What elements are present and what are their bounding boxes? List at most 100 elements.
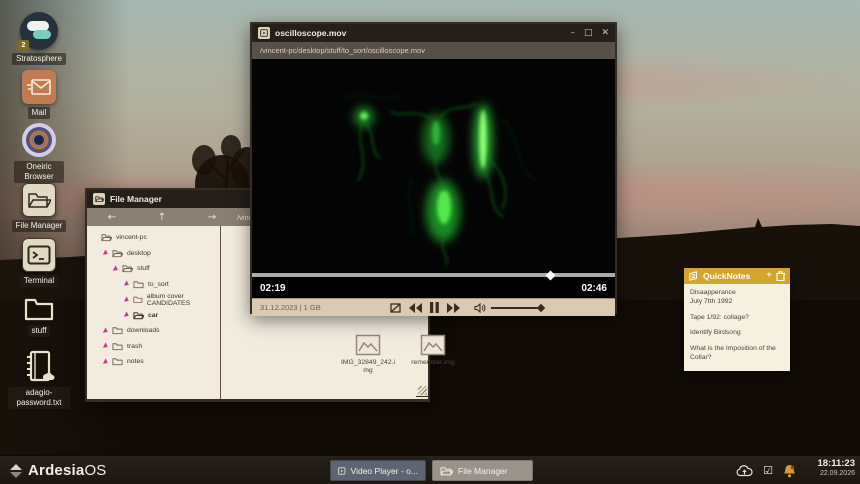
folder-open-icon [101,233,112,242]
volume-handle[interactable] [537,303,545,311]
icon-label: adagio-password.txt [8,387,70,409]
os-menu-button[interactable]: ArdesiaOS [10,456,107,484]
video-canvas[interactable] [252,59,615,272]
rewind-icon[interactable] [409,303,422,313]
seek-track [252,273,615,277]
expand-arrow-icon[interactable] [124,281,130,288]
expand-arrow-icon[interactable] [103,250,109,257]
file-item[interactable]: IMG_32849_242.img [336,334,400,375]
expand-arrow-icon[interactable] [103,327,109,334]
player-controls-bar: 31.12.2023 | 1 GB [252,298,615,316]
desktop-icon-terminal[interactable]: Terminal [0,238,78,287]
tree-item-car[interactable]: car [87,308,220,324]
up-button[interactable]: ↑ [137,212,187,223]
window-title: oscilloscope.mov [275,28,565,38]
fast-forward-icon[interactable] [447,303,460,313]
icon-label: Mail [28,107,51,119]
taskbar: ArdesiaOS Video Player - o... File Manag… [0,455,860,484]
taskbar-item-file-manager[interactable]: File Manager [432,460,533,481]
tree-label: desktop [127,250,151,257]
oneiric-browser-icon [21,122,57,158]
file-name: remember.img [411,359,454,367]
folder-tree: vincent-pc desktop stuff to_sort [87,226,220,399]
tree-item-trash[interactable]: trash [87,339,220,355]
tree-item-stuff[interactable]: stuff [87,261,220,277]
clock-time: 18:11:23 [817,459,855,470]
desktop-icon-adagio-password[interactable]: adagio-password.txt [0,350,78,409]
taskbar-item-label: File Manager [458,466,508,476]
quicknotes-widget: QuickNotes + Disaapperance July 7tth 199… [684,268,790,371]
clock[interactable]: 18:11:23 22.09.2026 [817,459,855,478]
expand-arrow-icon[interactable] [113,265,119,272]
folder-icon [112,342,123,351]
desktop-icon-stuff[interactable]: stuff [0,296,78,337]
os-name: ArdesiaOS [28,462,107,479]
maximize-button[interactable]: □ [584,28,593,38]
notification-bell-icon[interactable] [783,464,796,478]
quicknotes-body[interactable]: Disaapperance July 7tth 1992 Tape 1/92: … [684,284,790,371]
video-player-window: oscilloscope.mov – □ ✕ /vincent-pc/deskt… [250,22,617,314]
quicknotes-header[interactable]: QuickNotes + [684,268,790,284]
note[interactable]: What is the Imposition of the Collar? [690,345,784,363]
desktop-icon-file-manager[interactable]: File Manager [0,183,78,232]
folder-icon [440,466,453,476]
folder-icon [24,296,54,322]
cloud-sync-icon[interactable] [736,465,753,477]
expand-arrow-icon[interactable] [124,312,130,319]
note[interactable]: Disaapperance July 7tth 1992 [690,289,784,307]
file-info: 31.12.2023 | 1 GB [260,303,321,312]
desktop-icon-mail[interactable]: Mail [0,70,78,119]
clock-date: 22.09.2026 [817,470,855,478]
volume-slider[interactable] [491,307,544,309]
image-file-icon [355,334,381,356]
notification-badge: 2 [18,40,29,51]
file-item[interactable]: remember.img [401,334,465,367]
pause-icon[interactable] [430,302,439,313]
video-player-titlebar[interactable]: oscilloscope.mov – □ ✕ [252,24,615,42]
close-button[interactable]: ✕ [601,28,609,38]
tree-item-vincent-pc[interactable]: vincent-pc [87,230,220,246]
tree-label: to_sort [148,281,169,288]
tree-label: stuff [137,265,150,272]
forward-button[interactable]: → [187,212,237,223]
expand-arrow-icon[interactable] [103,343,109,350]
taskbar-item-video-player[interactable]: Video Player - o... [330,460,426,481]
image-file-icon [420,334,446,356]
tree-item-desktop[interactable]: desktop [87,246,220,262]
expand-arrow-icon[interactable] [103,358,109,365]
taskbar-item-label: Video Player - o... [351,466,418,476]
icon-label: Oneiric Browser [14,161,64,183]
icon-label: File Manager [12,220,67,232]
widget-title: QuickNotes [703,271,762,281]
folder-icon [133,280,144,289]
tree-item-to-sort[interactable]: to_sort [87,277,220,293]
tasks-check-icon[interactable]: ☑ [763,464,773,477]
desktop: 2 Stratosphere Mail Oneiric Browser [0,0,860,484]
file-manager-icon [22,183,56,217]
fullscreen-icon[interactable] [390,303,401,313]
folder-open-icon [122,264,133,273]
tree-label: trash [127,343,142,350]
folder-open-icon [112,249,123,258]
expand-arrow-icon[interactable] [124,296,130,303]
note[interactable]: Tape 1/92: collage? [690,314,784,323]
back-button[interactable]: ← [87,212,137,223]
tree-item-album-cover-candidates[interactable]: album cover CANDIDATES [87,292,220,308]
note[interactable]: Identify Birdsong [690,329,784,338]
tree-item-downloads[interactable]: downloads [87,323,220,339]
delete-note-icon[interactable] [776,271,785,281]
desktop-icon-oneiric-browser[interactable]: Oneiric Browser [0,122,78,183]
folder-icon [133,295,143,304]
resize-grip[interactable] [416,385,428,397]
system-tray: ☑ [736,456,796,484]
seek-bar[interactable] [252,272,615,278]
add-note-button[interactable]: + [766,271,772,281]
minimize-button[interactable]: – [570,28,575,38]
ardesia-logo-icon [10,464,22,478]
tree-label: notes [127,358,144,365]
tree-item-notes[interactable]: notes [87,354,220,370]
desktop-icon-stratosphere[interactable]: 2 Stratosphere [0,12,78,65]
notes-icon [689,271,699,281]
video-path-bar: /vincent-pc/desktop/stuff/to_sort/oscill… [252,42,615,59]
speaker-icon[interactable] [474,303,486,313]
